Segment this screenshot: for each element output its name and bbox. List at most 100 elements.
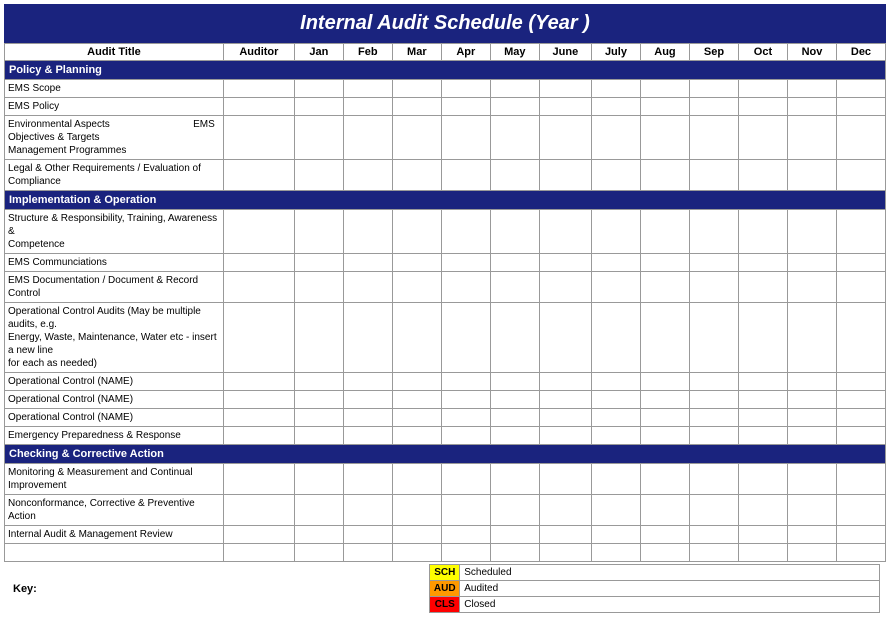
month-cell[interactable] bbox=[392, 116, 441, 160]
month-cell[interactable] bbox=[836, 526, 885, 544]
month-cell[interactable] bbox=[343, 303, 392, 373]
month-cell[interactable] bbox=[441, 544, 490, 562]
month-cell[interactable] bbox=[738, 98, 787, 116]
month-cell[interactable] bbox=[343, 210, 392, 254]
month-cell[interactable] bbox=[591, 254, 640, 272]
month-cell[interactable] bbox=[539, 495, 591, 526]
month-cell[interactable] bbox=[490, 544, 539, 562]
month-cell[interactable] bbox=[343, 160, 392, 191]
month-cell[interactable] bbox=[640, 116, 689, 160]
month-cell[interactable] bbox=[294, 80, 343, 98]
month-cell[interactable] bbox=[490, 391, 539, 409]
month-cell[interactable] bbox=[392, 373, 441, 391]
month-cell[interactable] bbox=[836, 464, 885, 495]
month-cell[interactable] bbox=[640, 544, 689, 562]
month-cell[interactable] bbox=[539, 373, 591, 391]
month-cell[interactable] bbox=[441, 254, 490, 272]
month-cell[interactable] bbox=[441, 427, 490, 445]
month-cell[interactable] bbox=[591, 495, 640, 526]
month-cell[interactable] bbox=[343, 427, 392, 445]
month-cell[interactable] bbox=[490, 303, 539, 373]
month-cell[interactable] bbox=[441, 495, 490, 526]
month-cell[interactable] bbox=[640, 409, 689, 427]
month-cell[interactable] bbox=[689, 210, 738, 254]
month-cell[interactable] bbox=[343, 544, 392, 562]
month-cell[interactable] bbox=[441, 303, 490, 373]
month-cell[interactable] bbox=[738, 160, 787, 191]
month-cell[interactable] bbox=[591, 373, 640, 391]
month-cell[interactable] bbox=[689, 272, 738, 303]
month-cell[interactable] bbox=[441, 272, 490, 303]
month-cell[interactable] bbox=[836, 272, 885, 303]
month-cell[interactable] bbox=[836, 254, 885, 272]
month-cell[interactable] bbox=[539, 391, 591, 409]
month-cell[interactable] bbox=[294, 116, 343, 160]
month-cell[interactable] bbox=[591, 303, 640, 373]
month-cell[interactable] bbox=[591, 272, 640, 303]
month-cell[interactable] bbox=[787, 210, 836, 254]
month-cell[interactable] bbox=[294, 544, 343, 562]
month-cell[interactable] bbox=[787, 303, 836, 373]
month-cell[interactable] bbox=[591, 464, 640, 495]
month-cell[interactable] bbox=[787, 373, 836, 391]
month-cell[interactable] bbox=[539, 544, 591, 562]
month-cell[interactable] bbox=[490, 526, 539, 544]
month-cell[interactable] bbox=[490, 373, 539, 391]
month-cell[interactable] bbox=[738, 80, 787, 98]
month-cell[interactable] bbox=[836, 409, 885, 427]
month-cell[interactable] bbox=[441, 210, 490, 254]
month-cell[interactable] bbox=[689, 464, 738, 495]
month-cell[interactable] bbox=[294, 272, 343, 303]
month-cell[interactable] bbox=[640, 464, 689, 495]
month-cell[interactable] bbox=[591, 526, 640, 544]
month-cell[interactable] bbox=[836, 80, 885, 98]
month-cell[interactable] bbox=[441, 116, 490, 160]
month-cell[interactable] bbox=[689, 391, 738, 409]
month-cell[interactable] bbox=[441, 464, 490, 495]
month-cell[interactable] bbox=[689, 495, 738, 526]
month-cell[interactable] bbox=[738, 526, 787, 544]
month-cell[interactable] bbox=[490, 464, 539, 495]
month-cell[interactable] bbox=[738, 409, 787, 427]
month-cell[interactable] bbox=[343, 464, 392, 495]
month-cell[interactable] bbox=[539, 160, 591, 191]
month-cell[interactable] bbox=[343, 409, 392, 427]
month-cell[interactable] bbox=[640, 427, 689, 445]
month-cell[interactable] bbox=[640, 373, 689, 391]
month-cell[interactable] bbox=[490, 272, 539, 303]
month-cell[interactable] bbox=[640, 303, 689, 373]
month-cell[interactable] bbox=[640, 254, 689, 272]
month-cell[interactable] bbox=[689, 409, 738, 427]
month-cell[interactable] bbox=[787, 98, 836, 116]
month-cell[interactable] bbox=[836, 427, 885, 445]
month-cell[interactable] bbox=[738, 495, 787, 526]
month-cell[interactable] bbox=[539, 303, 591, 373]
month-cell[interactable] bbox=[294, 373, 343, 391]
month-cell[interactable] bbox=[539, 98, 591, 116]
month-cell[interactable] bbox=[591, 544, 640, 562]
month-cell[interactable] bbox=[591, 210, 640, 254]
month-cell[interactable] bbox=[787, 391, 836, 409]
month-cell[interactable] bbox=[787, 464, 836, 495]
month-cell[interactable] bbox=[787, 272, 836, 303]
month-cell[interactable] bbox=[640, 526, 689, 544]
month-cell[interactable] bbox=[490, 427, 539, 445]
month-cell[interactable] bbox=[392, 303, 441, 373]
month-cell[interactable] bbox=[738, 272, 787, 303]
month-cell[interactable] bbox=[441, 160, 490, 191]
month-cell[interactable] bbox=[343, 391, 392, 409]
month-cell[interactable] bbox=[689, 303, 738, 373]
month-cell[interactable] bbox=[787, 116, 836, 160]
month-cell[interactable] bbox=[836, 303, 885, 373]
month-cell[interactable] bbox=[689, 160, 738, 191]
month-cell[interactable] bbox=[343, 272, 392, 303]
month-cell[interactable] bbox=[787, 544, 836, 562]
month-cell[interactable] bbox=[640, 160, 689, 191]
month-cell[interactable] bbox=[689, 116, 738, 160]
month-cell[interactable] bbox=[343, 98, 392, 116]
month-cell[interactable] bbox=[738, 464, 787, 495]
month-cell[interactable] bbox=[539, 272, 591, 303]
month-cell[interactable] bbox=[294, 391, 343, 409]
month-cell[interactable] bbox=[787, 526, 836, 544]
month-cell[interactable] bbox=[392, 391, 441, 409]
